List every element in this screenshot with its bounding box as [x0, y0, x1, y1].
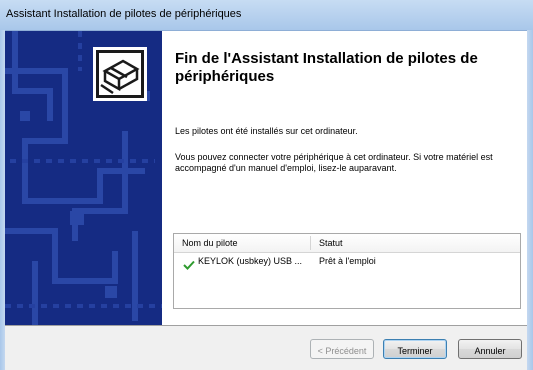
cancel-button[interactable]: Annuler: [458, 339, 522, 359]
column-header-driver-name[interactable]: Nom du pilote: [182, 238, 238, 248]
driver-name: KEYLOK (usbkey) USB ...: [198, 256, 303, 266]
driver-list-header: Nom du pilote Statut: [174, 234, 520, 253]
column-header-status[interactable]: Statut: [319, 238, 343, 248]
title-bar[interactable]: Assistant Installation de pilotes de pér…: [0, 0, 533, 31]
button-bar: < Précédent Terminer Annuler: [5, 326, 527, 370]
wizard-side-panel: [5, 31, 162, 325]
status-message: Les pilotes ont été installés sur cet or…: [175, 126, 358, 136]
instructions-message: Vous pouvez connecter votre périphérique…: [175, 152, 493, 173]
driver-list[interactable]: Nom du pilote Statut KEYLOK (usbkey) USB…: [173, 233, 521, 309]
wizard-content: Fin de l'Assistant Installation de pilot…: [5, 31, 527, 370]
driver-status: Prêt à l'emploi: [319, 256, 376, 266]
column-divider[interactable]: [310, 236, 311, 250]
window-frame-right: [527, 30, 533, 370]
window-title: Assistant Installation de pilotes de pér…: [6, 8, 242, 20]
hardware-device-icon: [93, 47, 147, 101]
driver-row[interactable]: KEYLOK (usbkey) USB ... Prêt à l'emploi: [174, 254, 520, 270]
finish-button[interactable]: Terminer: [383, 339, 447, 359]
green-check-icon: [183, 257, 195, 270]
wizard-heading: Fin de l'Assistant Installation de pilot…: [175, 50, 478, 85]
previous-button[interactable]: < Précédent: [310, 339, 374, 359]
